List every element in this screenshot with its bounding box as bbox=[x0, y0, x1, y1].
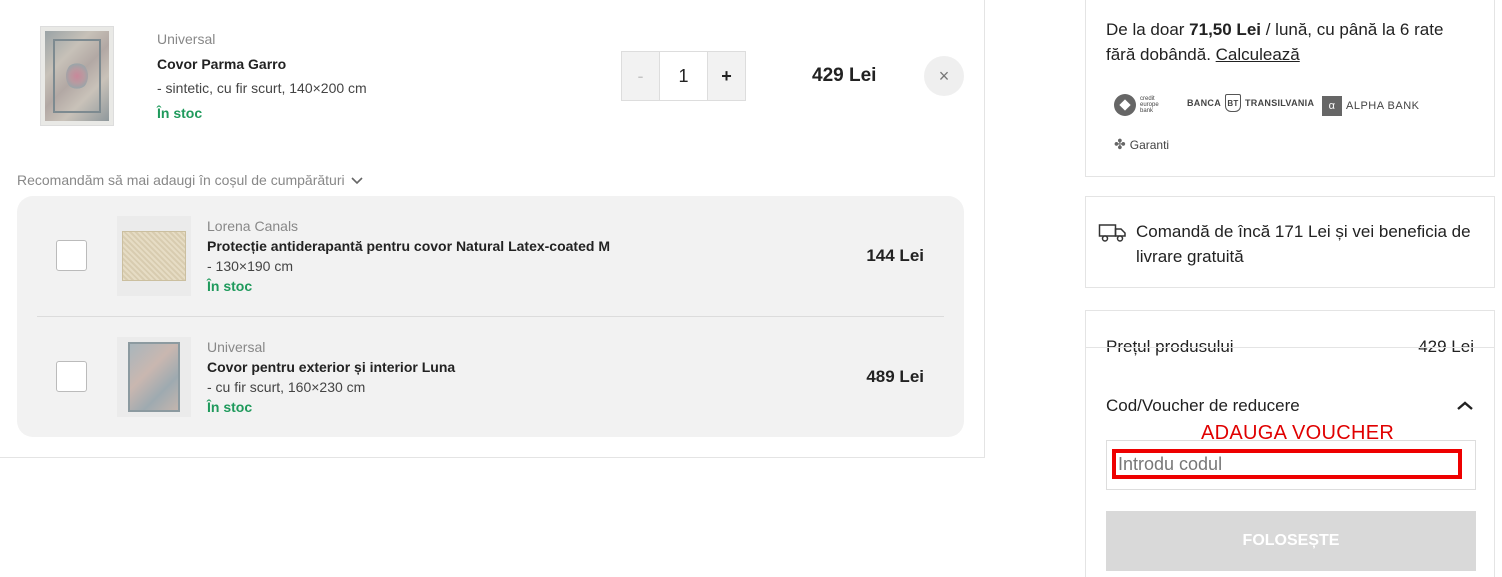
remove-item-button[interactable]: × bbox=[924, 56, 964, 96]
recommendation-price: 144 Lei bbox=[866, 246, 924, 265]
garanti-clover-icon: ✤ bbox=[1114, 136, 1126, 152]
recommendation-image[interactable] bbox=[117, 216, 191, 296]
installments-prefix: De la doar bbox=[1106, 20, 1190, 39]
divider bbox=[1086, 347, 1494, 348]
alpha-bank-logo: α ALPHA BANK bbox=[1322, 96, 1419, 116]
cart-page: Universal Covor Parma Garro - sintetic, … bbox=[0, 0, 1502, 577]
recommendation-description: - 130×190 cm bbox=[207, 258, 293, 274]
recommendation-image[interactable] bbox=[117, 337, 191, 417]
bt-left-label: BANCA bbox=[1187, 98, 1221, 108]
recommendation-stock: În stoc bbox=[207, 399, 253, 415]
credit-europe-label: credit europe bank bbox=[1140, 96, 1159, 114]
product-brand: Universal bbox=[157, 31, 216, 47]
truck-icon bbox=[1098, 224, 1126, 242]
stock-status: În stoc bbox=[157, 105, 203, 121]
list-item: Lorena Canals Protecție antiderapantă pe… bbox=[17, 196, 964, 316]
alpha-bank-icon: α bbox=[1322, 96, 1342, 116]
close-icon: × bbox=[938, 65, 950, 86]
garanti-logo: ✤ Garanti bbox=[1114, 136, 1169, 153]
recommendation-brand: Universal bbox=[207, 339, 266, 355]
product-description: - sintetic, cu fir scurt, 140×200 cm bbox=[157, 80, 367, 96]
order-summary-card: Prețul produsului 429 Lei Cod/Voucher de… bbox=[1085, 310, 1495, 577]
alpha-bank-label: ALPHA BANK bbox=[1346, 100, 1420, 112]
credit-europe-bank-logo: credit europe bank bbox=[1114, 94, 1159, 116]
voucher-code-input[interactable] bbox=[1112, 449, 1462, 479]
recommendation-name[interactable]: Covor pentru exterior și interior Luna bbox=[207, 359, 455, 375]
recommendation-name[interactable]: Protecție antiderapantă pentru covor Nat… bbox=[207, 238, 610, 254]
recommendation-checkbox[interactable] bbox=[56, 361, 87, 392]
quantity-value[interactable]: 1 bbox=[660, 52, 707, 100]
free-delivery-card: Comandă de încă 171 Lei și vei beneficia… bbox=[1085, 196, 1495, 288]
recommendations-toggle[interactable]: Recomandăm să mai adaugi în coșul de cum… bbox=[17, 172, 363, 188]
cart-items-panel: Universal Covor Parma Garro - sintetic, … bbox=[0, 0, 985, 458]
garanti-label: Garanti bbox=[1129, 137, 1170, 152]
voucher-toggle[interactable]: Cod/Voucher de reducere bbox=[1106, 395, 1474, 416]
free-delivery-text: Comandă de încă 171 Lei și vei beneficia… bbox=[1136, 222, 1471, 266]
voucher-label: Cod/Voucher de reducere bbox=[1106, 395, 1300, 415]
recommendation-checkbox[interactable] bbox=[56, 240, 87, 271]
recommendation-brand: Lorena Canals bbox=[207, 218, 299, 234]
voucher-code-wrapper bbox=[1106, 440, 1476, 490]
installments-amount: 71,50 Lei bbox=[1189, 20, 1261, 39]
banca-transilvania-logo: BANCA BT TRANSILVANIA bbox=[1187, 94, 1314, 112]
product-image[interactable] bbox=[40, 26, 114, 126]
recommendation-price: 489 Lei bbox=[866, 367, 924, 386]
bt-shield-icon: BT bbox=[1225, 94, 1241, 112]
calculate-link[interactable]: Calculează bbox=[1216, 45, 1300, 64]
installments-text: De la doar 71,50 Lei / lună, cu până la … bbox=[1106, 17, 1466, 67]
recommendation-description: - cu fir scurt, 160×230 cm bbox=[207, 379, 366, 395]
list-item: Universal Covor pentru exterior și inter… bbox=[17, 317, 964, 437]
credit-europe-icon bbox=[1114, 94, 1136, 116]
recommendation-stock: În stoc bbox=[207, 278, 253, 294]
product-price: 429 Lei bbox=[812, 65, 877, 86]
bt-right-label: TRANSILVANIA bbox=[1245, 98, 1315, 108]
apply-voucher-button[interactable]: FOLOSEȘTE bbox=[1106, 511, 1476, 571]
recommendations-list: Lorena Canals Protecție antiderapantă pe… bbox=[17, 196, 964, 437]
quantity-stepper: - 1 + bbox=[621, 51, 746, 101]
recommendations-title: Recomandăm să mai adaugi în coșul de cum… bbox=[17, 172, 345, 188]
decrease-quantity-button[interactable]: - bbox=[622, 52, 660, 100]
increase-quantity-button[interactable]: + bbox=[707, 52, 745, 100]
chevron-up-icon bbox=[1456, 395, 1474, 416]
chevron-down-icon bbox=[351, 172, 363, 188]
product-name[interactable]: Covor Parma Garro bbox=[157, 56, 286, 72]
installments-card: De la doar 71,50 Lei / lună, cu până la … bbox=[1085, 0, 1495, 177]
